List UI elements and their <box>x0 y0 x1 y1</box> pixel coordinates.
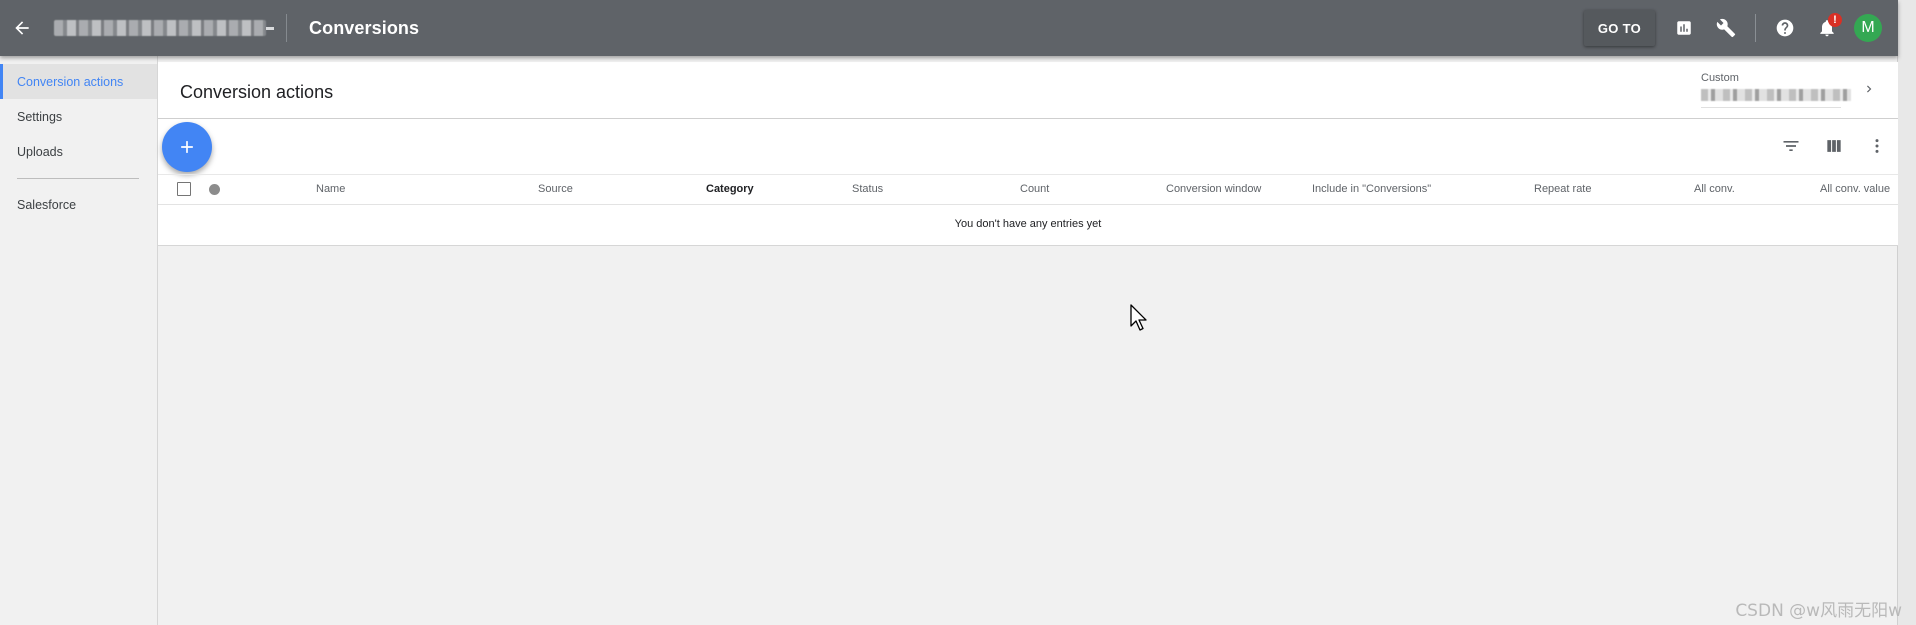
column-header-category[interactable]: Category <box>706 183 754 195</box>
plus-icon <box>181 141 193 153</box>
notifications-icon[interactable]: ! <box>1806 0 1848 56</box>
back-arrow-icon[interactable] <box>2 8 42 48</box>
mouse-cursor-icon <box>1130 304 1150 337</box>
nav-item-salesforce[interactable]: Salesforce <box>0 187 157 222</box>
date-range-picker[interactable]: Custom <box>1701 68 1876 110</box>
filter-icon[interactable] <box>1769 119 1812 173</box>
column-header-status[interactable]: Status <box>852 183 883 195</box>
column-header-count[interactable]: Count <box>1020 183 1049 195</box>
conversion-actions-table: Name Source Category Status Count Conver… <box>158 119 1898 246</box>
more-vert-icon[interactable] <box>1855 119 1898 173</box>
reports-icon[interactable] <box>1663 0 1705 56</box>
column-header-conversion-window[interactable]: Conversion window <box>1166 183 1261 195</box>
nav-item-conversion-actions[interactable]: Conversion actions <box>0 64 157 99</box>
account-dropdown-icon <box>266 27 274 30</box>
avatar[interactable]: M <box>1854 14 1882 42</box>
column-header-repeat-rate[interactable]: Repeat rate <box>1534 183 1591 195</box>
left-navigation: Conversion actions Settings Uploads Sale… <box>0 56 158 625</box>
toolbar-separator <box>1755 14 1756 42</box>
tools-icon[interactable] <box>1705 0 1747 56</box>
column-header-source[interactable]: Source <box>538 183 573 195</box>
window-edge <box>1897 0 1916 625</box>
page-header: Conversion actions Custom <box>158 62 1898 119</box>
empty-state-message: You don't have any entries yet <box>954 218 1102 230</box>
nav-divider <box>17 178 139 179</box>
help-icon[interactable] <box>1764 0 1806 56</box>
goto-button[interactable]: GO TO <box>1583 10 1655 46</box>
column-header-all-conv-value[interactable]: All conv. value <box>1820 183 1890 195</box>
nav-item-uploads[interactable]: Uploads <box>0 134 157 169</box>
date-range-value-redacted <box>1701 89 1851 101</box>
chevron-right-icon[interactable] <box>1862 82 1876 101</box>
add-conversion-button[interactable] <box>162 122 212 172</box>
columns-icon[interactable] <box>1812 119 1855 173</box>
table-tools <box>1769 119 1898 173</box>
account-selector[interactable] <box>54 18 284 38</box>
table-header-row: Name Source Category Status Count Conver… <box>158 174 1898 205</box>
select-all-checkbox[interactable] <box>177 182 191 196</box>
section-title: Conversion actions <box>180 82 334 102</box>
column-header-include-in-conversions[interactable]: Include in "Conversions" <box>1312 183 1431 195</box>
top-app-bar: Conversions GO TO ! M <box>0 0 1898 56</box>
page-title: Conversions <box>309 17 420 38</box>
top-divider <box>286 14 287 42</box>
account-name-redacted <box>54 20 266 36</box>
column-header-name[interactable]: Name <box>316 183 345 195</box>
nav-item-settings[interactable]: Settings <box>0 99 157 134</box>
status-dot-icon <box>209 184 220 195</box>
date-range-label: Custom <box>1701 72 1739 84</box>
watermark: CSDN @w风雨无阳w <box>1735 601 1902 621</box>
top-actions: GO TO ! M <box>1583 0 1890 56</box>
notification-badge: ! <box>1828 13 1842 27</box>
date-range-underline <box>1701 107 1841 108</box>
column-header-all-conv[interactable]: All conv. <box>1694 183 1735 195</box>
main-content: Conversion actions Custom Name Source Ca… <box>158 56 1898 625</box>
